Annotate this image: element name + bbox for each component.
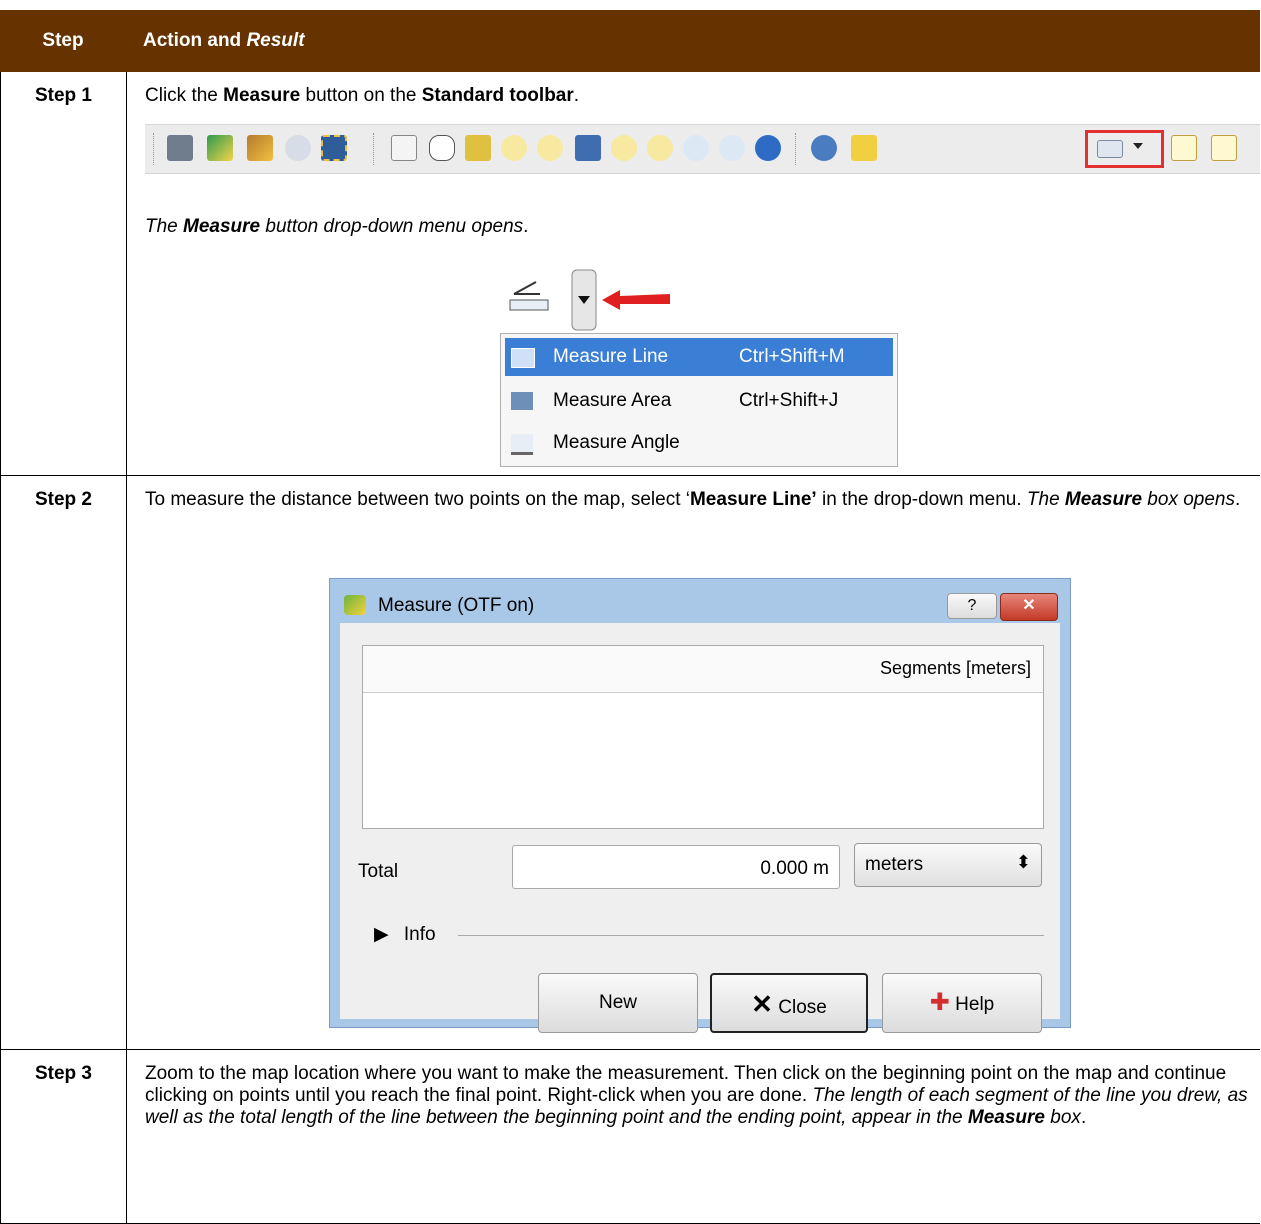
measure-dropdown-button[interactable] [500,262,670,332]
info-divider [458,935,1044,936]
zoom-selection-icon[interactable] [285,135,311,161]
deselect-icon[interactable] [851,135,877,161]
identify-icon[interactable] [811,135,837,161]
total-label: Total [358,861,399,882]
segments-table: Segments [meters] [362,645,1044,829]
pan-to-selection-icon[interactable] [465,135,491,161]
step-label: Step 3 [1,1050,127,1223]
segments-header: Segments [meters] [363,646,1043,693]
measure-area-icon [511,392,533,410]
measure-line-icon [511,348,535,368]
step-result: The Measure button drop-down menu opens. [145,216,529,237]
new-shapefile-icon[interactable] [1211,135,1237,161]
menu-item-measure-line[interactable]: Measure Line Ctrl+Shift+M [505,338,893,376]
help-button[interactable]: ✚ Help [882,973,1042,1033]
pan-icon[interactable] [429,135,455,161]
touch-icon[interactable] [391,135,417,161]
measure-angle-icon [509,269,670,331]
close-button[interactable]: ✕ Close [710,973,868,1033]
zoom-last-icon[interactable] [683,135,709,161]
new-button[interactable]: New [538,973,698,1033]
zoom-in-icon[interactable] [501,135,527,161]
chevron-down-icon[interactable] [1133,143,1143,149]
header-step: Step [42,30,84,51]
dialog-body: Segments [meters] Total 0.000 m meters ⬍… [340,623,1060,1033]
refresh-icon[interactable] [755,135,781,161]
toolbar-separator [153,133,156,165]
new-layer-icon[interactable] [1171,135,1197,161]
table-header: Step Action and Result [0,10,1260,72]
select-icon[interactable] [321,135,347,161]
zoom-full-icon[interactable] [575,135,601,161]
broom-icon[interactable] [247,135,273,161]
measure-dropdown-menu: Measure Line Ctrl+Shift+M Measure Area C… [500,333,898,467]
close-window-button[interactable]: ✕ [1000,593,1058,621]
lifebuoy-icon: ✚ [929,989,950,1016]
step-text: Click the Measure button on the Standard… [145,85,580,106]
triangle-right-icon: ▶ [374,924,389,945]
total-field[interactable]: 0.000 m [512,845,840,889]
measure-icon[interactable] [1097,140,1123,158]
help-title-button[interactable]: ? [947,593,997,619]
menu-item-measure-area[interactable]: Measure Area Ctrl+Shift+J [505,382,893,420]
step-text: Zoom to the map location where you want … [145,1063,1248,1128]
step-label: Step 2 [1,476,127,1049]
close-icon: ✕ [751,989,773,1019]
zoom-native-icon[interactable] [647,135,673,161]
new-map-icon[interactable] [207,135,233,161]
unit-select[interactable]: meters ⬍ [854,843,1042,887]
zoom-out-icon[interactable] [537,135,563,161]
standard-toolbar [145,124,1260,174]
spin-icon: ⬍ [1015,852,1031,872]
zoom-next-icon[interactable] [719,135,745,161]
measure-angle-icon [511,434,533,455]
toolbar-separator [795,133,798,165]
menu-item-measure-angle[interactable]: Measure Angle [505,424,893,462]
qgis-icon [344,595,366,615]
table-row: Step 3 Zoom to the map location where yo… [0,1050,1260,1224]
step-label: Step 1 [1,72,127,475]
info-toggle[interactable]: ▶ Info [374,923,436,946]
step-text: To measure the distance between two poin… [145,489,1241,510]
measure-dialog: Measure (OTF on) ? ✕ Segments [meters] T… [329,578,1071,1033]
header-action: Action and Result [143,30,305,51]
red-arrow-icon [602,290,670,310]
dialog-title: Measure (OTF on) [378,595,535,616]
toolbar-separator [373,133,376,165]
zoom-layer-icon[interactable] [611,135,637,161]
save-icon[interactable] [167,135,193,161]
